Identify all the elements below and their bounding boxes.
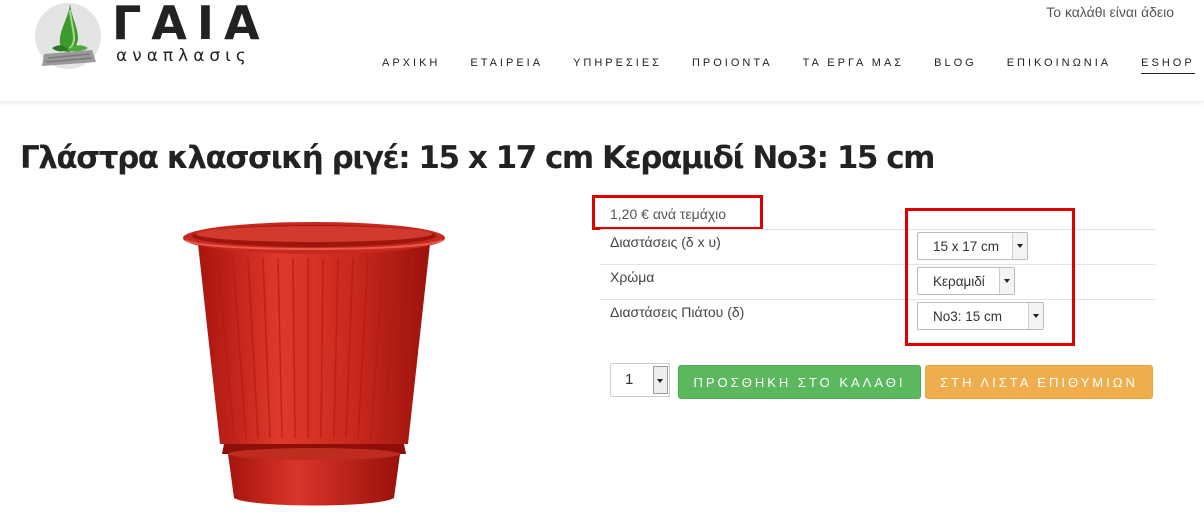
product-title: Γλάστρα κλασσική ριγέ: 15 x 17 cm Κεραμι… <box>20 140 935 176</box>
nav-item-projects[interactable]: ΤΑ ΕΡΓΑ ΜΑΣ <box>803 56 905 74</box>
options-highlight-box <box>905 208 1075 346</box>
site-header: ΓΑΙΑ αναπλασις Το καλάθι είναι άδειο ΑΡΧ… <box>0 0 1204 102</box>
nav-item-products[interactable]: ΠΡΟΙΟΝΤΑ <box>692 56 773 74</box>
nav-item-contact[interactable]: ΕΠΙΚΟΙΝΩΝΙΑ <box>1007 56 1111 74</box>
add-to-wishlist-button[interactable]: ΣΤΗ ΛΙΣΤΑ ΕΠΙΘΥΜΙΩΝ <box>925 365 1153 399</box>
brand-tagline: αναπλασις <box>116 46 251 66</box>
brand-name: ΓΑΙΑ <box>112 0 270 50</box>
product-image[interactable] <box>178 216 450 512</box>
main-nav: ΑΡΧΙΚΗ ΕΤΑΙΡΕΙΑ ΥΠΗΡΕΣΙΕΣ ΠΡΟΙΟΝΤΑ ΤΑ ΕΡ… <box>382 56 1195 74</box>
add-to-cart-button[interactable]: ΠΡΟΣΘΗΚΗ ΣΤΟ ΚΑΛΑΘΙ <box>678 365 921 399</box>
nav-item-blog[interactable]: BLOG <box>934 56 977 74</box>
nav-item-eshop[interactable]: ESHOP <box>1141 56 1195 74</box>
leaf-drop-logo-icon <box>35 3 101 69</box>
option-label-color: Χρώμα <box>610 269 655 285</box>
brand-logo[interactable]: ΓΑΙΑ αναπλασις <box>34 0 294 78</box>
nav-item-company[interactable]: ΕΤΑΙΡΕΙΑ <box>470 56 543 74</box>
price-highlight-box <box>592 195 763 230</box>
nav-item-services[interactable]: ΥΠΗΡΕΣΙΕΣ <box>573 56 662 74</box>
cart-status-link[interactable]: Το καλάθι είναι άδειο <box>1046 4 1174 20</box>
nav-item-home[interactable]: ΑΡΧΙΚΗ <box>382 56 440 74</box>
option-label-saucer: Διαστάσεις Πιάτου (δ) <box>610 304 745 320</box>
option-label-dimensions: Διαστάσεις (δ x υ) <box>610 234 721 250</box>
dropdown-arrow-icon <box>653 366 668 394</box>
quantity-select[interactable]: 1 <box>610 363 670 397</box>
quantity-value: 1 <box>625 371 634 388</box>
